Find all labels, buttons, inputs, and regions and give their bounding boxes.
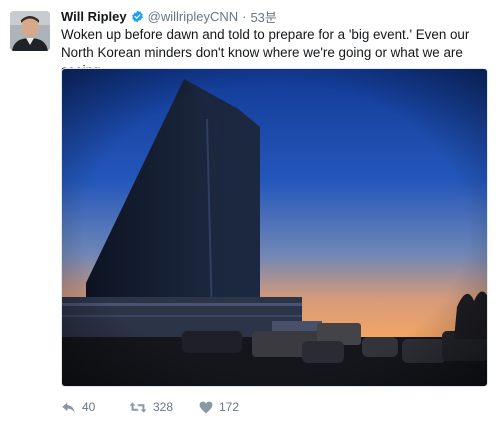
- photo-skyscraper-dawn: [62, 69, 487, 386]
- timestamp-link[interactable]: 53분: [250, 7, 276, 26]
- like-button[interactable]: 172: [199, 400, 239, 414]
- author-name[interactable]: Will Ripley: [61, 9, 127, 24]
- tweet-photo[interactable]: [61, 68, 488, 387]
- reply-count: 40: [82, 400, 96, 414]
- reply-icon: [62, 402, 75, 413]
- heart-icon: [199, 401, 213, 413]
- separator-dot: ·: [242, 8, 247, 24]
- tweet-card[interactable]: Will Ripley @willripleyCNN · 53분 Woken u…: [0, 0, 500, 424]
- tweet-header: Will Ripley @willripleyCNN · 53분: [61, 7, 277, 25]
- reply-button[interactable]: 40: [61, 400, 129, 414]
- like-count: 172: [219, 400, 240, 414]
- retweet-count: 328: [153, 400, 174, 414]
- avatar-photo: [10, 11, 50, 51]
- retweet-button[interactable]: 328: [129, 400, 199, 414]
- tweet-actions: 40 328 172: [61, 396, 239, 418]
- author-handle[interactable]: @willripleyCNN: [148, 9, 238, 24]
- verified-badge-icon: [131, 10, 144, 23]
- avatar[interactable]: [10, 11, 50, 51]
- retweet-icon: [129, 401, 147, 413]
